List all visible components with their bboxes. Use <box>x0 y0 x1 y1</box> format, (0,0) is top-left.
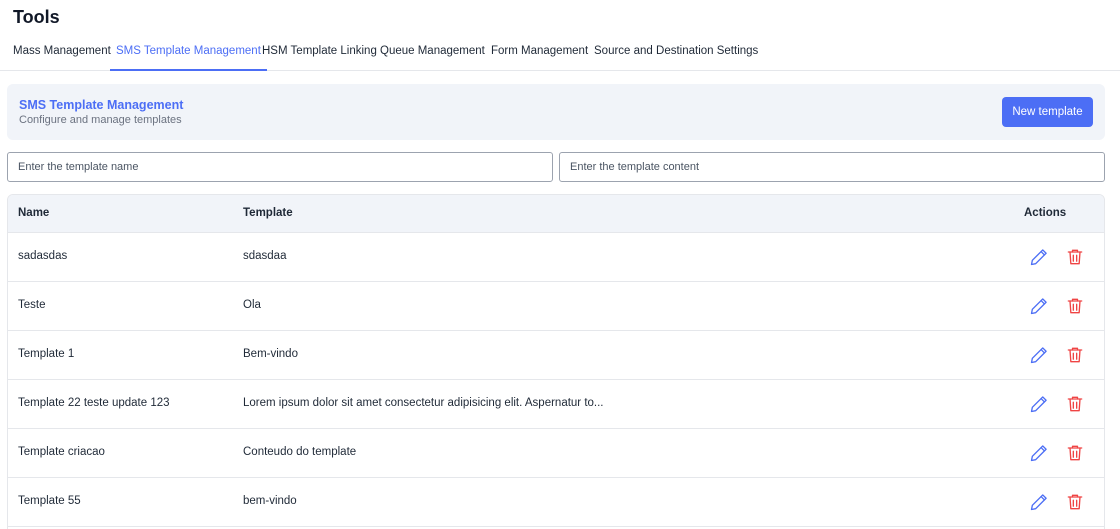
tab-mass-management[interactable]: Mass Management <box>13 36 111 71</box>
template-content-filter-input[interactable] <box>559 152 1105 182</box>
pencil-icon[interactable] <box>1029 492 1049 512</box>
row-template-cell: Conteudo do template <box>243 446 357 458</box>
section-subtitle: Configure and manage templates <box>19 114 182 126</box>
trash-icon[interactable] <box>1065 394 1085 414</box>
row-template-cell: sdasdaa <box>243 250 287 262</box>
trash-icon[interactable] <box>1065 443 1085 463</box>
table-row: Teste Ola <box>8 282 1104 331</box>
pencil-icon[interactable] <box>1029 296 1049 316</box>
table-row: Template 22 teste update 123 Lorem ipsum … <box>8 380 1104 429</box>
new-template-button[interactable]: New template <box>1002 97 1093 127</box>
trash-icon[interactable] <box>1065 492 1085 512</box>
trash-icon[interactable] <box>1065 345 1085 365</box>
pencil-icon[interactable] <box>1029 247 1049 267</box>
tab-form-management[interactable]: Form Management <box>491 36 588 71</box>
row-name-cell: sadasdas <box>18 250 68 262</box>
row-name-cell: Template 55 <box>18 495 81 507</box>
table-row: Template 1 Bem-vindo <box>8 331 1104 380</box>
row-template-cell: Ola <box>243 299 261 311</box>
row-template-cell: Bem-vindo <box>243 348 298 360</box>
pencil-icon[interactable] <box>1029 443 1049 463</box>
row-name-cell: Template 1 <box>18 348 75 360</box>
templates-table: Name Template Actions sadasdas sdasdaa Tes… <box>7 194 1105 529</box>
column-header-template: Template <box>243 207 293 219</box>
trash-icon[interactable] <box>1065 247 1085 267</box>
trash-icon[interactable] <box>1065 296 1085 316</box>
template-name-filter-input[interactable] <box>7 152 553 182</box>
row-name-cell: Template 22 teste update 123 <box>18 397 170 409</box>
row-name-cell: Teste <box>18 299 46 311</box>
table-row: Template 55 bem-vindo <box>8 478 1104 527</box>
tab-queue-management[interactable]: Queue Management <box>380 36 485 71</box>
section-title: SMS Template Management <box>19 98 184 112</box>
pencil-icon[interactable] <box>1029 345 1049 365</box>
row-name-cell: Template criacao <box>18 446 105 458</box>
tab-source-destination-settings[interactable]: Source and Destination Settings <box>594 36 758 71</box>
row-template-cell: Lorem ipsum dolor sit amet consectetur a… <box>243 397 604 409</box>
tab-sms-template-management[interactable]: SMS Template Management <box>110 36 267 71</box>
table-row: Template criacao Conteudo do template <box>8 429 1104 478</box>
row-template-cell: bem-vindo <box>243 495 297 507</box>
table-header: Name Template Actions <box>8 195 1104 233</box>
column-header-actions: Actions <box>1024 207 1067 219</box>
section-header: SMS Template Management Configure and ma… <box>7 84 1105 140</box>
tab-bar: Mass Management SMS Template Management … <box>0 36 1120 71</box>
table-row: sadasdas sdasdaa <box>8 233 1104 282</box>
page-title: Tools <box>13 7 60 27</box>
tab-hsm-template-linking[interactable]: HSM Template Linking <box>262 36 377 71</box>
pencil-icon[interactable] <box>1029 394 1049 414</box>
column-header-name: Name <box>18 207 50 219</box>
